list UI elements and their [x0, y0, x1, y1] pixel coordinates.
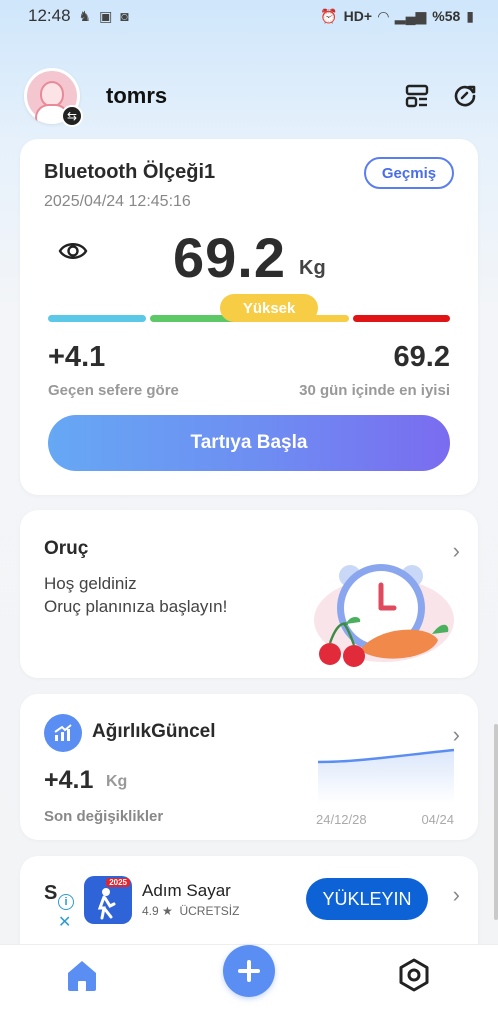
delta-label: Geçen sefere göre — [48, 382, 179, 399]
signal-icon: ▂▄▆ — [394, 7, 427, 24]
install-button[interactable]: YÜKLEYIN — [306, 878, 428, 920]
username: tomrs — [106, 83, 168, 108]
plus-icon — [238, 960, 260, 982]
delta-value: +4.1 — [48, 341, 106, 373]
chevron-right-icon[interactable]: › — [453, 882, 460, 908]
bottom-nav — [0, 944, 498, 1024]
weight-trend-title: AğırlıkGüncel — [92, 721, 216, 742]
bmi-segment-very-high — [352, 315, 450, 322]
fasting-subtitle: Oruç planınıza başlayın! — [44, 597, 228, 616]
weight-delta-value: +4.1 — [44, 766, 94, 794]
layout-icon[interactable] — [404, 83, 430, 109]
weight-mini-chart — [317, 748, 455, 804]
chart-date-end: 04/24 — [421, 812, 454, 827]
header-actions — [404, 83, 478, 109]
settings-icon[interactable] — [396, 957, 432, 993]
switch-user-icon[interactable]: ⇆ — [61, 105, 83, 127]
walking-person-icon — [97, 888, 116, 920]
ad-app-meta: 4.9 ★ ÜCRETSİZ — [142, 904, 239, 918]
weight-value: 69.2 — [173, 226, 286, 289]
history-button[interactable]: Geçmiş — [364, 157, 454, 189]
scale-title: Bluetooth Ölçeği1 — [44, 161, 216, 183]
ad-app-name[interactable]: Adım Sayar — [142, 881, 231, 901]
status-right: ⏰ HD+ ◠ ▂▄▆ %58 ▮ — [320, 8, 474, 25]
best-value: 69.2 — [393, 341, 450, 373]
battery-percent: %58 — [432, 8, 461, 24]
fasting-welcome: Hoş geldiniz — [44, 574, 137, 593]
ad-app-price: ÜCRETSİZ — [179, 904, 240, 918]
weight-trend-card[interactable]: AğırlıkGüncel › +4.1 Kg Son değişiklikle… — [20, 694, 478, 840]
chart-date-start: 24/12/28 — [316, 812, 367, 827]
best-label: 30 gün içinde en iyisi — [299, 382, 450, 399]
bmi-segment-low — [48, 315, 146, 322]
scrollbar[interactable] — [494, 724, 498, 920]
start-weighing-button[interactable]: Tartıya Başla — [48, 415, 450, 471]
alarm-icon: ⏰ — [320, 7, 338, 24]
fasting-card[interactable]: Oruç › Hoş geldiniz Oruç planınıza başla… — [20, 510, 478, 678]
add-button[interactable] — [223, 945, 275, 997]
ad-info-icon[interactable]: i — [58, 894, 74, 910]
app-header: ⇆ tomrs — [24, 66, 478, 127]
ad-card-title-letter: S — [44, 882, 58, 904]
ad-app-rating: 4.9 ★ — [142, 904, 173, 918]
fasting-title: Oruç — [44, 538, 89, 559]
battery-icon: ▮ — [466, 7, 474, 24]
fasting-clock-illustration — [314, 564, 454, 667]
gallery-icon: ▣ — [99, 7, 113, 24]
weight-delta-unit: Kg — [106, 773, 128, 790]
notification-icon: ♞ — [78, 7, 92, 24]
status-left: 12:48 ♞ ▣ ◙ — [28, 6, 129, 26]
scale-date: 2025/04/24 12:45:16 — [44, 193, 191, 210]
weight-unit: Kg — [299, 257, 326, 279]
status-badge: Yüksek — [220, 294, 319, 322]
refresh-icon[interactable] — [452, 83, 478, 109]
app-icon[interactable]: 2025 — [84, 876, 132, 924]
weight-trend-subtitle: Son değişiklikler — [44, 808, 164, 825]
screenshot-icon: ◙ — [120, 8, 129, 24]
wifi-icon: ◠ — [378, 7, 389, 24]
ad-close-icon[interactable]: ✕ — [58, 912, 71, 932]
network-type: HD+ — [343, 8, 373, 24]
eye-icon[interactable] — [58, 239, 88, 263]
status-bar: 12:48 ♞ ▣ ◙ ⏰ HD+ ◠ ▂▄▆ %58 ▮ — [0, 0, 498, 32]
scale-card: Bluetooth Ölçeği1 2025/04/24 12:45:16 Ge… — [20, 139, 478, 495]
trend-chart-icon — [44, 714, 82, 752]
status-time: 12:48 — [28, 6, 71, 25]
avatar[interactable]: ⇆ — [24, 68, 83, 127]
home-icon[interactable] — [62, 955, 102, 995]
